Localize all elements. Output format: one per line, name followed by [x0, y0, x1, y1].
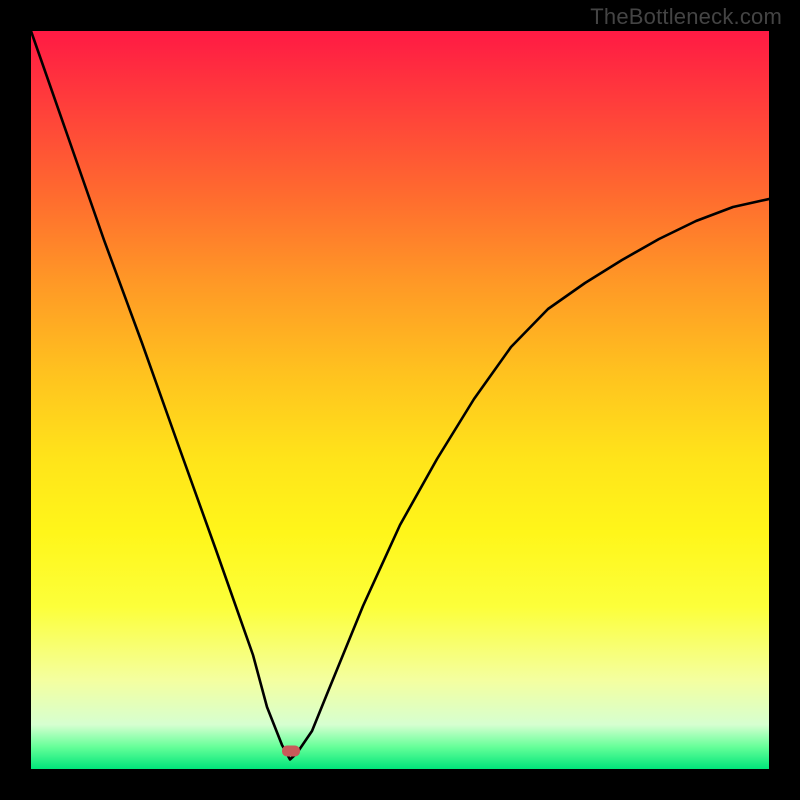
bottleneck-curve	[31, 31, 769, 760]
plot-area	[31, 31, 769, 769]
watermark-text: TheBottleneck.com	[590, 4, 782, 30]
optimal-point-marker	[282, 746, 300, 757]
curve-svg	[31, 31, 769, 769]
